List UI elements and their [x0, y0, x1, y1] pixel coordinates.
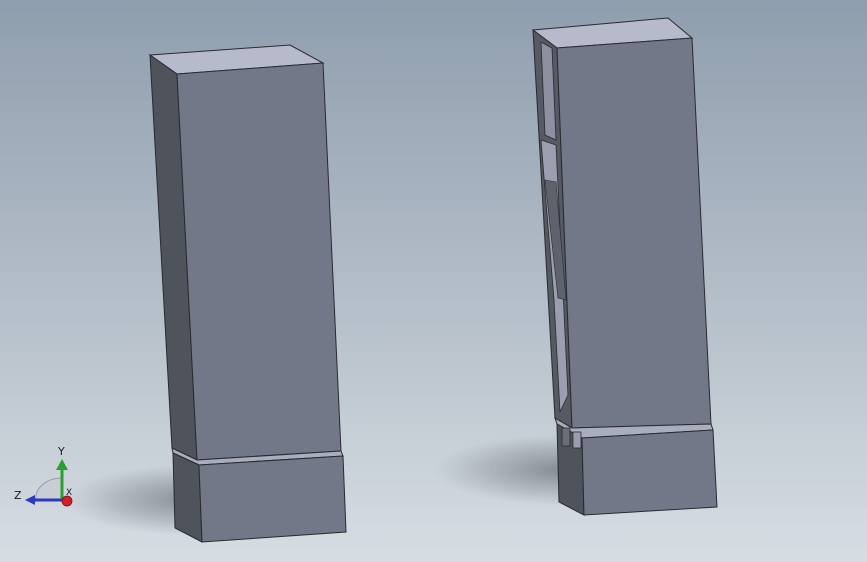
triad-z-label: Z [14, 489, 22, 502]
right-lower-notch-2 [572, 431, 582, 449]
orientation-triad[interactable]: Y Z X [14, 445, 73, 507]
left-part[interactable] [148, 44, 347, 543]
triad-y-label: Y [57, 445, 65, 458]
graphics-viewport[interactable]: Y Z X [0, 0, 867, 562]
z-axis-arrow [25, 495, 35, 505]
right-lower-front-face [581, 429, 718, 516]
left-lower-front-face [198, 455, 347, 543]
right-lower-notch-1 [561, 427, 571, 447]
triad-arc [35, 477, 63, 501]
left-lower-side-face [172, 452, 203, 543]
triad-x-label: X [66, 488, 72, 498]
left-upper-front-face [176, 62, 342, 461]
right-upper-front-face [556, 37, 712, 429]
right-part[interactable] [531, 17, 718, 516]
model-scene: Y Z X [14, 17, 718, 543]
y-axis-arrow [56, 459, 68, 470]
